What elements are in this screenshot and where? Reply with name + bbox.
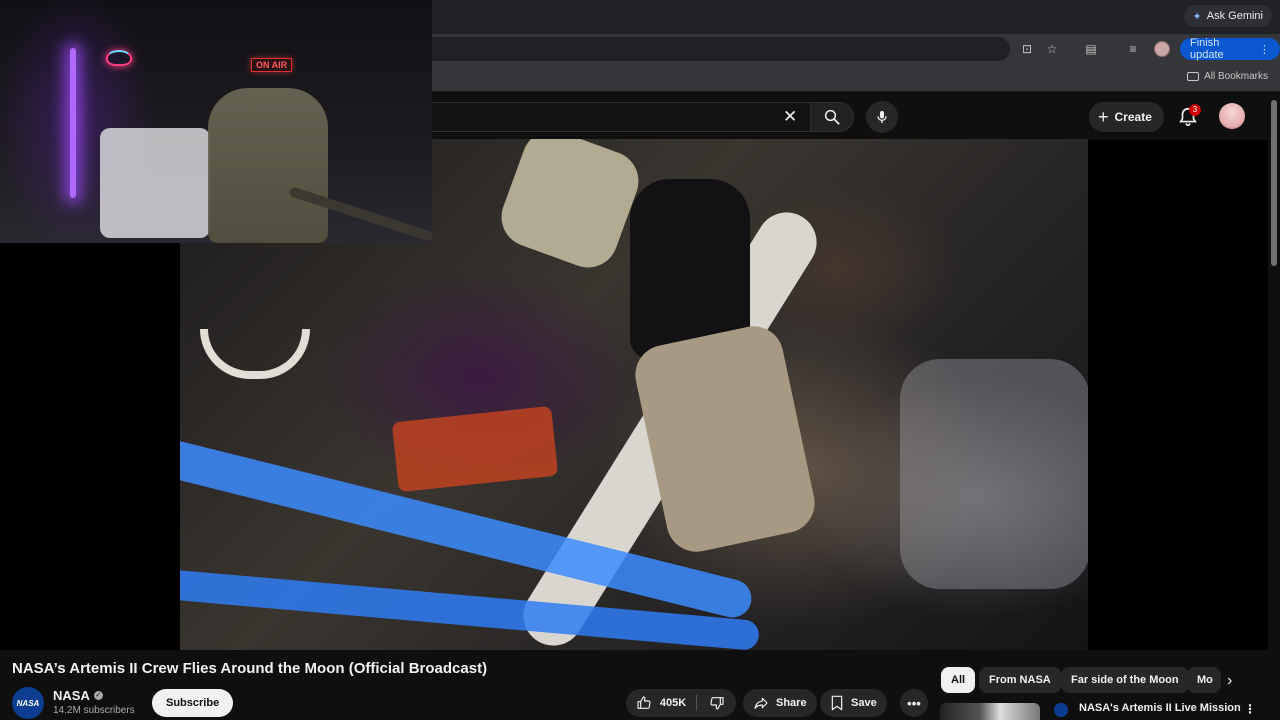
suspended-leg-image <box>493 139 647 276</box>
browser-profile-avatar[interactable] <box>1154 41 1170 57</box>
video-title: NASA’s Artemis II Crew Flies Around the … <box>12 660 488 677</box>
search-button[interactable] <box>810 102 854 132</box>
kebab-menu-icon: ⋮ <box>1259 43 1270 56</box>
ask-gemini-button[interactable]: ✦ Ask Gemini <box>1183 5 1272 27</box>
reading-mode-icon[interactable]: ▤ <box>1083 41 1099 57</box>
orange-bag-image <box>391 405 559 493</box>
all-bookmarks-label: All Bookmarks <box>1204 71 1268 82</box>
tab-search-icon[interactable]: ≡ <box>1125 41 1141 57</box>
all-bookmarks-button[interactable]: All Bookmarks <box>1187 71 1268 82</box>
gemini-sparkle-icon: ✦ <box>1192 10 1202 23</box>
thumbs-down-icon <box>709 697 724 710</box>
install-app-icon[interactable]: ⊡ <box>1019 41 1035 57</box>
scrollbar-thumb[interactable] <box>1271 100 1277 266</box>
create-button[interactable]: + Create <box>1089 102 1164 132</box>
like-count: 405K <box>659 697 687 709</box>
recommendation-title[interactable]: NASA's Artemis II Live Mission <box>1079 702 1241 714</box>
chip-from-nasa[interactable]: From NASA <box>979 667 1061 693</box>
finish-update-label: Finish update <box>1190 37 1224 61</box>
notification-count-badge: 3 <box>1189 104 1201 116</box>
bookmark-icon <box>831 695 843 711</box>
ask-gemini-label: Ask Gemini <box>1206 10 1263 22</box>
share-arrow-icon <box>754 697 768 709</box>
recommendation-thumbnail[interactable] <box>940 703 1040 720</box>
neon-light-image <box>70 48 76 198</box>
bookmark-star-icon[interactable]: ☆ <box>1044 41 1060 57</box>
on-air-sign: ON AIR <box>251 58 293 72</box>
neon-ufo-sign-image <box>106 50 132 66</box>
dislike-button[interactable] <box>697 689 736 717</box>
chevron-right-icon[interactable]: › <box>1227 672 1232 690</box>
subscriber-count: 14.2M subscribers <box>53 705 135 716</box>
search-icon <box>824 109 840 125</box>
couch-image <box>100 128 210 238</box>
channel-name-link[interactable]: NASA ✓ <box>53 688 103 703</box>
search-input[interactable] <box>420 102 810 132</box>
subscribe-button[interactable]: Subscribe <box>152 689 234 717</box>
white-cable-loop-image <box>200 329 310 379</box>
nasa-logo-text: NASA <box>16 698 40 708</box>
plastic-bag-image <box>900 359 1088 589</box>
folder-icon <box>1187 72 1200 81</box>
more-actions-button[interactable]: ••• <box>900 689 928 717</box>
astronaut-legs-image <box>629 320 821 558</box>
channel-avatar[interactable]: NASA <box>12 687 44 719</box>
finish-update-button[interactable]: Finish update ⋮ <box>1180 37 1280 61</box>
clear-search-icon[interactable]: ✕ <box>783 107 797 127</box>
verified-check-icon: ✓ <box>93 691 103 700</box>
share-label: Share <box>776 697 807 709</box>
save-label: Save <box>851 697 877 709</box>
save-button[interactable]: Save <box>820 689 887 717</box>
account-avatar[interactable] <box>1219 103 1245 129</box>
like-dislike-group: 405K <box>626 689 736 717</box>
channel-name: NASA <box>53 688 90 703</box>
voice-search-button[interactable] <box>866 101 898 133</box>
chip-far-side-of-the-moon[interactable]: Far side of the Moon <box>1061 667 1189 693</box>
chip-all[interactable]: All <box>941 667 976 693</box>
like-button[interactable]: 405K <box>626 689 696 717</box>
create-label: Create <box>1114 110 1152 124</box>
more-horizontal-icon: ••• <box>907 695 921 711</box>
microphone-icon <box>877 111 887 123</box>
chip-more[interactable]: Mo <box>1187 667 1221 693</box>
recommendation-channel-avatar[interactable] <box>1054 703 1068 717</box>
webcam-overlay: ON AIR <box>0 0 432 243</box>
kebab-menu-icon[interactable]: ⋮ <box>1244 702 1256 716</box>
share-button[interactable]: Share <box>743 689 817 717</box>
plus-icon: + <box>1098 107 1109 127</box>
thumbs-up-icon <box>637 696 651 709</box>
gaming-chair-image <box>208 88 328 243</box>
